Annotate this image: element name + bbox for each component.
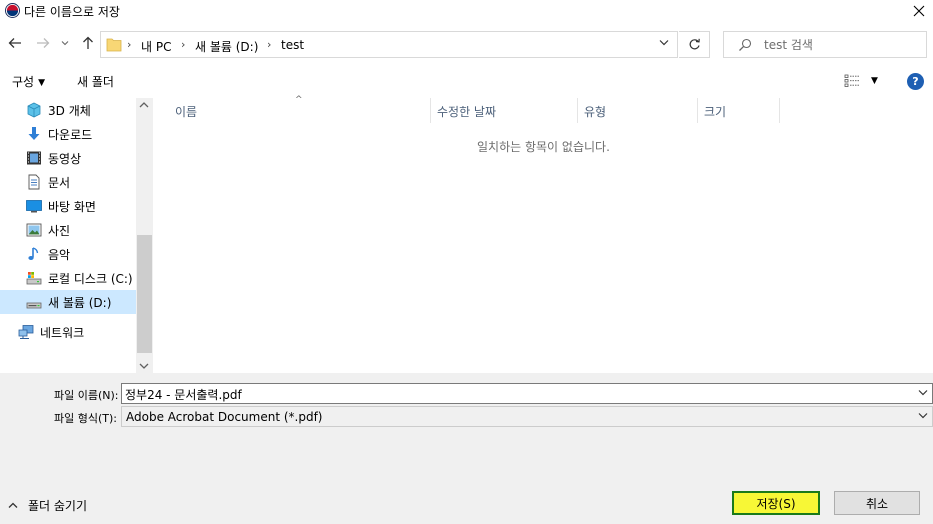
view-options-dropdown-icon[interactable]: ▼ bbox=[871, 76, 878, 86]
save-button[interactable]: 저장(S) bbox=[732, 491, 820, 515]
refresh-button[interactable] bbox=[679, 31, 710, 58]
caret-down-icon: ▼ bbox=[38, 77, 46, 88]
new-folder-label: 새 폴더 bbox=[77, 75, 114, 89]
sidebar-item-videos[interactable]: 동영상 bbox=[0, 146, 136, 170]
column-header-date-modified[interactable]: 수정한 날짜 bbox=[431, 98, 578, 123]
search-icon bbox=[739, 38, 752, 51]
download-icon bbox=[28, 127, 40, 140]
close-button[interactable] bbox=[905, 0, 933, 22]
document-icon bbox=[28, 174, 40, 190]
column-header-type[interactable]: 유형 bbox=[578, 98, 698, 123]
filetype-label: 파일 형식(T): bbox=[54, 412, 117, 425]
3d-objects-icon bbox=[27, 102, 41, 118]
filetype-value: Adobe Acrobat Document (*.pdf) bbox=[126, 410, 323, 424]
app-emblem-icon bbox=[5, 3, 20, 18]
column-header-size[interactable]: 크기 bbox=[698, 98, 780, 123]
video-icon bbox=[27, 151, 41, 165]
hide-folders-button[interactable]: 폴더 숨기기 bbox=[8, 497, 87, 514]
chevron-down-icon[interactable] bbox=[659, 39, 669, 46]
sidebar-item-downloads[interactable]: 다운로드 bbox=[0, 122, 136, 146]
cancel-button[interactable]: 취소 bbox=[834, 491, 920, 515]
chevron-down-icon[interactable] bbox=[918, 412, 928, 419]
filename-combobox[interactable] bbox=[121, 383, 933, 404]
organize-button[interactable]: 구성 ▼ bbox=[12, 73, 45, 90]
column-header-label: 수정한 날짜 bbox=[437, 105, 497, 119]
refresh-icon bbox=[689, 38, 700, 50]
file-list[interactable]: ^ 이름 수정한 날짜 유형 크기 일치하는 항목이 없습니다. bbox=[155, 95, 933, 373]
hide-folders-label: 폴더 숨기기 bbox=[28, 499, 88, 513]
filename-label: 파일 이름(N): bbox=[54, 389, 119, 402]
title-bar: 다른 이름으로 저장 bbox=[0, 0, 933, 22]
column-header-label: 크기 bbox=[704, 105, 727, 119]
sidebar-item-label: 문서 bbox=[48, 176, 71, 190]
sidebar-item-label: 동영상 bbox=[48, 152, 82, 166]
breadcrumb-separator-icon: › bbox=[127, 38, 132, 51]
sidebar-item-label: 네트워크 bbox=[40, 326, 85, 340]
scroll-down-icon[interactable] bbox=[139, 362, 149, 370]
sidebar-item-network[interactable]: 네트워크 bbox=[0, 320, 136, 344]
help-button[interactable]: ? bbox=[907, 73, 924, 90]
filetype-select[interactable]: Adobe Acrobat Document (*.pdf) bbox=[121, 406, 933, 427]
picture-icon bbox=[26, 223, 42, 237]
column-header-label: 유형 bbox=[584, 105, 607, 119]
breadcrumb-volume-d[interactable]: 새 볼륨 (D:) bbox=[195, 38, 258, 55]
arrow-left-icon bbox=[8, 38, 21, 48]
folder-icon bbox=[106, 38, 122, 52]
empty-folder-message: 일치하는 항목이 없습니다. bbox=[477, 140, 610, 154]
sidebar-item-volume-d[interactable]: 새 볼륨 (D:) bbox=[0, 290, 136, 314]
back-button[interactable] bbox=[6, 34, 24, 52]
sidebar-item-documents[interactable]: 문서 bbox=[0, 170, 136, 194]
sidebar-item-label: 사진 bbox=[48, 224, 71, 238]
sidebar-item-label: 음악 bbox=[48, 248, 71, 262]
navigation-pane-scrollbar[interactable] bbox=[136, 98, 153, 373]
music-icon bbox=[28, 247, 39, 260]
drive-icon bbox=[26, 302, 42, 309]
desktop-icon bbox=[26, 200, 42, 213]
chevron-down-icon bbox=[61, 41, 69, 46]
breadcrumb-test[interactable]: test bbox=[281, 38, 304, 52]
network-icon bbox=[18, 325, 34, 339]
chevron-down-icon[interactable] bbox=[918, 389, 928, 396]
window-title: 다른 이름으로 저장 bbox=[24, 5, 120, 19]
breadcrumb-separator-icon: › bbox=[181, 38, 186, 51]
sidebar-item-desktop[interactable]: 바탕 화면 bbox=[0, 194, 136, 218]
filename-input[interactable] bbox=[125, 386, 905, 402]
arrow-right-icon bbox=[37, 38, 50, 48]
column-header-name[interactable]: 이름 bbox=[155, 98, 431, 123]
search-box[interactable] bbox=[723, 31, 927, 58]
local-disk-icon bbox=[26, 272, 42, 285]
sidebar-item-label: 3D 개체 bbox=[48, 104, 91, 118]
sidebar-item-label: 바탕 화면 bbox=[48, 200, 96, 214]
sidebar-item-local-disk-c[interactable]: 로컬 디스크 (C:) bbox=[0, 266, 136, 290]
column-header-label: 이름 bbox=[175, 105, 198, 119]
up-button[interactable] bbox=[79, 34, 97, 52]
organize-label: 구성 bbox=[12, 75, 35, 89]
search-input[interactable] bbox=[764, 36, 919, 54]
arrow-up-icon bbox=[83, 36, 93, 49]
command-bar: 구성 ▼ 새 폴더 ▼ ? bbox=[0, 64, 933, 98]
sidebar-item-label: 다운로드 bbox=[48, 128, 93, 142]
sidebar-item-3d-objects[interactable]: 3D 개체 bbox=[0, 98, 136, 122]
forward-button[interactable] bbox=[34, 34, 52, 52]
chevron-up-icon bbox=[8, 502, 18, 508]
save-options-panel: 파일 이름(N): 파일 형식(T): Adobe Acrobat Docume… bbox=[0, 373, 933, 524]
sidebar-item-pictures[interactable]: 사진 bbox=[0, 218, 136, 242]
help-icon: ? bbox=[912, 75, 919, 88]
scroll-up-icon[interactable] bbox=[139, 101, 149, 109]
sidebar-item-label: 새 볼륨 (D:) bbox=[48, 296, 112, 310]
recent-locations-button[interactable] bbox=[59, 34, 71, 52]
navigation-bar: › 내 PC › 새 볼륨 (D:) › test bbox=[0, 22, 933, 64]
new-folder-button[interactable]: 새 폴더 bbox=[77, 73, 114, 90]
sidebar-item-music[interactable]: 음악 bbox=[0, 242, 136, 266]
view-details-icon[interactable] bbox=[844, 74, 860, 88]
scrollbar-thumb[interactable] bbox=[137, 235, 152, 353]
sidebar-item-label: 로컬 디스크 (C:) bbox=[48, 272, 133, 286]
address-bar[interactable]: › 내 PC › 새 볼륨 (D:) › test bbox=[100, 31, 678, 58]
close-icon bbox=[913, 5, 925, 17]
navigation-pane: 3D 개체 다운로드 동영상 문서 바탕 화면 사진 음악 로컬 디스크 (C:… bbox=[0, 98, 153, 373]
breadcrumb-this-pc[interactable]: 내 PC bbox=[141, 38, 171, 55]
breadcrumb-separator-icon: › bbox=[267, 38, 272, 51]
